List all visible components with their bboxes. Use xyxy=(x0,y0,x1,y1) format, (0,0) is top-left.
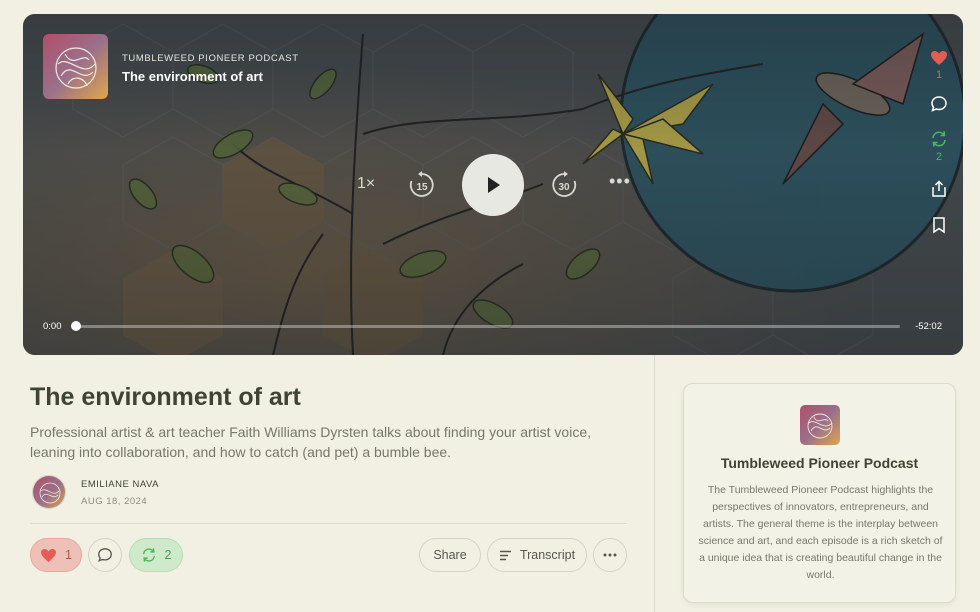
share-button[interactable]: Share xyxy=(419,538,481,572)
player-restack-button[interactable]: 2 xyxy=(924,130,954,163)
transcript-button[interactable]: Transcript xyxy=(487,538,587,572)
restack-icon xyxy=(142,548,155,562)
share-label: Share xyxy=(433,548,467,562)
heart-icon xyxy=(41,548,57,562)
like-count: 1 xyxy=(65,548,72,562)
podcast-card-title[interactable]: Tumbleweed Pioneer Podcast xyxy=(684,455,955,471)
share-icon xyxy=(932,180,946,197)
playback-speed-button[interactable]: 1× xyxy=(357,175,375,193)
player-share-button[interactable] xyxy=(924,180,954,198)
author-name[interactable]: EMILIANE NAVA xyxy=(81,479,159,490)
time-elapsed: 0:00 xyxy=(43,321,62,332)
podcast-card[interactable]: Tumbleweed Pioneer Podcast The Tumblewee… xyxy=(683,383,956,603)
progress-handle[interactable] xyxy=(71,321,81,331)
player-like-count: 1 xyxy=(935,69,943,81)
lines-icon xyxy=(499,550,511,560)
podcast-card-description: The Tumbleweed Pioneer Podcast highlight… xyxy=(698,484,943,581)
comment-icon xyxy=(931,96,947,112)
column-divider xyxy=(654,355,655,612)
section-divider xyxy=(30,523,627,524)
progress-track[interactable] xyxy=(73,325,900,328)
playback-controls: 1× 15 30 ••• xyxy=(23,154,963,216)
skip-forward-button[interactable]: 30 xyxy=(550,171,578,199)
podcast-thumbnail[interactable] xyxy=(43,34,108,99)
audio-player: TUMBLEWEED PIONEER PODCAST The environme… xyxy=(23,14,963,355)
skip-forward-icon: 30 xyxy=(552,171,577,197)
player-comment-button[interactable] xyxy=(924,95,954,113)
player-like-button[interactable]: 1 xyxy=(924,50,954,81)
player-side-actions: 1 2 xyxy=(915,44,963,234)
skip-back-icon: 15 xyxy=(409,171,434,197)
episode-description: Professional artist & art teacher Faith … xyxy=(30,424,591,460)
ellipsis-icon xyxy=(603,553,617,557)
player-restack-count: 2 xyxy=(935,151,943,163)
comment-icon xyxy=(98,548,112,562)
transcript-label: Transcript xyxy=(519,548,576,562)
heart-icon xyxy=(931,51,947,65)
play-icon xyxy=(488,177,500,193)
player-bookmark-button[interactable] xyxy=(924,216,954,234)
play-button[interactable] xyxy=(462,154,524,216)
skip-forward-label: 30 xyxy=(558,182,570,193)
skip-back-label: 15 xyxy=(416,182,428,193)
more-button[interactable] xyxy=(593,538,627,572)
restack-icon xyxy=(932,131,946,147)
time-remaining: -52:02 xyxy=(915,321,942,332)
restack-count: 2 xyxy=(164,548,172,562)
like-button[interactable]: 1 xyxy=(30,538,82,572)
publish-date: AUG 18, 2024 xyxy=(81,496,148,507)
player-more-button[interactable]: ••• xyxy=(609,171,631,192)
author-avatar[interactable] xyxy=(32,475,66,509)
comment-button[interactable] xyxy=(88,538,122,572)
skip-back-button[interactable]: 15 xyxy=(408,171,436,199)
bookmark-icon xyxy=(933,217,945,234)
restack-button[interactable]: 2 xyxy=(129,538,183,572)
episode-heading: The environment of art xyxy=(30,383,301,411)
episode-title[interactable]: The environment of art xyxy=(122,69,263,84)
podcast-name[interactable]: TUMBLEWEED PIONEER PODCAST xyxy=(122,53,299,64)
podcast-logo[interactable] xyxy=(800,405,840,445)
